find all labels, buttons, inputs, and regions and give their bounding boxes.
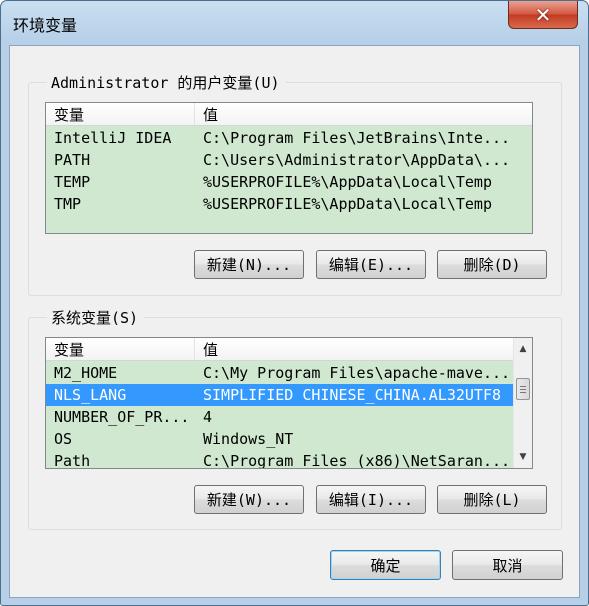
user-new-button[interactable]: 新建(N)... [194, 250, 304, 279]
column-header-value[interactable]: 值 [203, 339, 218, 360]
user-delete-button[interactable]: 删除(D) [437, 250, 547, 279]
column-divider[interactable] [194, 103, 195, 125]
user-variables-legend: Administrator 的用户变量(U) [47, 72, 286, 93]
user-edit-button[interactable]: 编辑(E)... [316, 250, 426, 279]
variable-value: C:\Program Files (x86)\NetSaran... [203, 452, 511, 469]
variable-name: PATH [54, 151, 91, 169]
environment-variables-dialog: 环境变量 ✕ Administrator 的用户变量(U) 变量 值 Intel… [0, 0, 589, 606]
dialog-client-area: Administrator 的用户变量(U) 变量 值 IntelliJ IDE… [9, 45, 580, 598]
table-row[interactable]: OS Windows_NT [46, 428, 514, 450]
variable-value: %USERPROFILE%\AppData\Local\Temp [203, 173, 492, 191]
variable-value: SIMPLIFIED CHINESE_CHINA.AL32UTF8 [203, 386, 502, 404]
variable-value: Windows_NT [203, 430, 294, 448]
title-bar[interactable]: 环境变量 ✕ [1, 1, 588, 45]
variable-name: M2_HOME [54, 364, 118, 382]
scroll-up-arrow-icon[interactable]: ▲ [514, 340, 532, 358]
table-row[interactable]: M2_HOME C:\My Program Files\apache-mave.… [46, 362, 514, 384]
system-variables-group: 系统变量(S) 变量 值 M2_HOME C:\My Program Files… [28, 307, 562, 530]
table-row[interactable]: IntelliJ IDEA C:\Program Files\JetBrains… [46, 127, 532, 149]
scrollbar-thumb[interactable] [516, 378, 530, 400]
user-variables-list[interactable]: 变量 值 IntelliJ IDEA C:\Program Files\JetB… [45, 102, 533, 234]
list-body: M2_HOME C:\My Program Files\apache-mave.… [46, 361, 514, 468]
vertical-scrollbar[interactable]: ▲ ▼ [513, 338, 532, 468]
variable-name: TEMP [54, 173, 91, 191]
variable-name: NUMBER_OF_PR... [54, 408, 190, 426]
list-header: 变量 值 [46, 338, 514, 361]
column-divider[interactable] [194, 338, 195, 360]
variable-value: C:\Users\Administrator\AppData\... [203, 151, 511, 169]
variable-name: Path [54, 452, 91, 469]
window-title: 环境变量 [13, 16, 78, 35]
variable-name: OS [54, 430, 73, 448]
variable-value: C:\Program Files\JetBrains\Inte... [203, 129, 511, 147]
variable-name: TMP [54, 195, 82, 213]
user-variables-group: Administrator 的用户变量(U) 变量 值 IntelliJ IDE… [28, 72, 562, 296]
scroll-down-arrow-icon[interactable]: ▼ [514, 448, 532, 466]
variable-value: %USERPROFILE%\AppData\Local\Temp [203, 195, 492, 213]
variable-value: 4 [203, 408, 213, 426]
close-icon: ✕ [534, 2, 552, 27]
table-row[interactable]: Path C:\Program Files (x86)\NetSaran... [46, 450, 514, 469]
grip-line [520, 386, 526, 387]
grip-line [520, 389, 526, 390]
list-header: 变量 值 [46, 103, 532, 126]
close-button[interactable]: ✕ [508, 1, 578, 29]
variable-name: NLS_LANG [54, 386, 127, 404]
column-header-variable[interactable]: 变量 [54, 104, 84, 125]
system-edit-button[interactable]: 编辑(I)... [316, 485, 426, 514]
table-row[interactable]: PATH C:\Users\Administrator\AppData\... [46, 149, 532, 171]
grip-line [520, 392, 526, 393]
table-row[interactable]: TEMP %USERPROFILE%\AppData\Local\Temp [46, 171, 532, 193]
table-row-selected[interactable]: NLS_LANG SIMPLIFIED CHINESE_CHINA.AL32UT… [46, 384, 514, 406]
table-row[interactable]: NUMBER_OF_PR... 4 [46, 406, 514, 428]
ok-button[interactable]: 确定 [330, 550, 441, 580]
system-variables-legend: 系统变量(S) [47, 307, 145, 328]
variable-value: C:\My Program Files\apache-mave... [203, 364, 511, 382]
table-row[interactable]: TMP %USERPROFILE%\AppData\Local\Temp [46, 193, 532, 215]
column-header-variable[interactable]: 变量 [54, 339, 84, 360]
system-delete-button[interactable]: 删除(L) [437, 485, 547, 514]
column-header-value[interactable]: 值 [203, 104, 218, 125]
system-variables-list[interactable]: 变量 值 M2_HOME C:\My Program Files\apache-… [45, 337, 533, 469]
cancel-button[interactable]: 取消 [452, 550, 563, 580]
system-new-button[interactable]: 新建(W)... [194, 485, 304, 514]
list-body: IntelliJ IDEA C:\Program Files\JetBrains… [46, 126, 532, 233]
variable-name: IntelliJ IDEA [54, 129, 172, 147]
